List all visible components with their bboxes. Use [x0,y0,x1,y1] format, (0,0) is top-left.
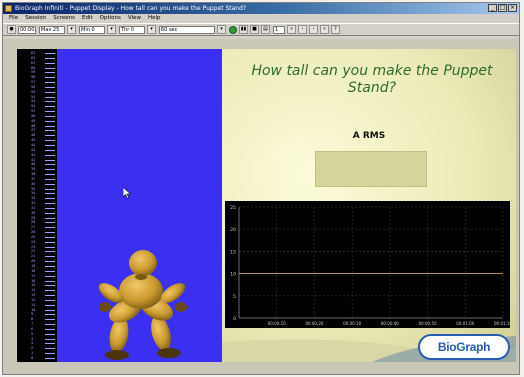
x-tick-label: 00:00:40 [381,321,399,326]
layout-icon[interactable]: ▤ [261,25,270,34]
max-field[interactable]: Max 25 [39,25,65,34]
menu-view[interactable]: View [128,14,141,23]
scale-dropdown[interactable]: 60 sec [159,25,215,34]
x-tick-label: 00:00:50 [419,321,437,326]
record-icon[interactable]: ● [7,25,16,34]
menu-edit[interactable]: Edit [82,14,93,23]
height-ruler: 63 62 61 60 59 58 57 56 55 54 53 52 51 50 49 48 47 46 45 44… [17,49,57,362]
instruction-heading: How tall can you make the Puppet Stand? [251,63,493,96]
menu-session[interactable]: Session [25,14,46,23]
close-button[interactable]: × [508,4,517,12]
feedback-panel: How tall can you make the Puppet Stand? … [222,49,516,362]
title-bar: BioGraph Infiniti - Puppet Display - How… [3,3,519,14]
min-field[interactable]: Min 0 [79,25,105,34]
time-field[interactable]: 00:00 [18,25,36,34]
window-controls: _ □ × [488,4,517,12]
y-tick-label: 25 [230,205,236,211]
prev-icon[interactable]: ‹ [298,25,307,34]
puppet-panel: 63 62 61 60 59 58 57 56 55 54 53 52 51 50 49 48 47 46 45 44… [17,49,222,362]
ruler-tick: 0 [31,356,55,361]
menu-screens[interactable]: Screens [53,14,75,23]
brand-bar: BioGraph [222,332,516,362]
chevron-down-icon[interactable]: ▾ [217,25,226,34]
maximize-button[interactable]: □ [498,4,507,12]
session-screen: 63 62 61 60 59 58 57 56 55 54 53 52 51 50 49 48 47 46 45 44… [3,39,519,374]
puppet-stage [57,49,222,362]
min-spin-icon[interactable]: ▾ [107,25,116,34]
start-session-icon[interactable] [229,25,237,34]
help-icon[interactable]: ? [331,25,340,34]
logo-text: BioGraph [437,340,491,354]
menu-file[interactable]: File [9,14,18,23]
menu-bar: File Session Screens Edit Options View H… [3,14,519,23]
threshold-field[interactable]: Thr 0 [119,25,145,34]
first-icon[interactable]: « [287,25,296,34]
y-tick-label: 15 [230,249,236,255]
menu-options[interactable]: Options [100,14,121,23]
minimize-button[interactable]: _ [488,4,497,12]
x-tick-label: 00:00:30 [343,321,361,326]
stop-icon[interactable]: ■ [250,25,259,34]
threshold-spin-icon[interactable]: ▾ [147,25,156,34]
window-title: BioGraph Infiniti - Puppet Display - How… [15,5,247,12]
y-tick-label: 0 [233,316,236,322]
screen-counter[interactable]: 1 [273,25,285,34]
x-tick-label: 00:00:20 [305,321,323,326]
emg-line-chart: 25 20 15 10 5 0 00:00:10 00:00:20 00:00:30 00:00:… [225,201,510,328]
app-icon [5,5,12,12]
y-tick-label: 20 [230,227,236,233]
y-tick-label: 5 [233,294,236,300]
x-tick-label: 00:01:00 [456,321,474,326]
puppet-figure [98,250,187,360]
toolbar: ● 00:00 Max 25 ▾ Min 0 ▾ Thr 0 ▾ 60 sec … [3,23,519,36]
next-icon[interactable]: › [309,25,318,34]
rms-value-display [315,151,427,187]
x-tick-label: 00:00:10 [268,321,286,326]
chart-svg: 25 20 15 10 5 0 00:00:10 00:00:20 00:00:30 00:00:… [230,205,510,326]
menu-help[interactable]: Help [148,14,161,23]
y-tick-label: 10 [230,272,236,278]
x-tick-label: 00:01:10 [494,321,510,326]
pause-icon[interactable]: ▮▮ [239,25,248,34]
max-spin-icon[interactable]: ▾ [67,25,76,34]
rms-label: A RMS [352,131,386,141]
biograph-logo: BioGraph [418,334,510,360]
last-icon[interactable]: » [320,25,329,34]
app-window: BioGraph Infiniti - Puppet Display - How… [2,2,520,375]
